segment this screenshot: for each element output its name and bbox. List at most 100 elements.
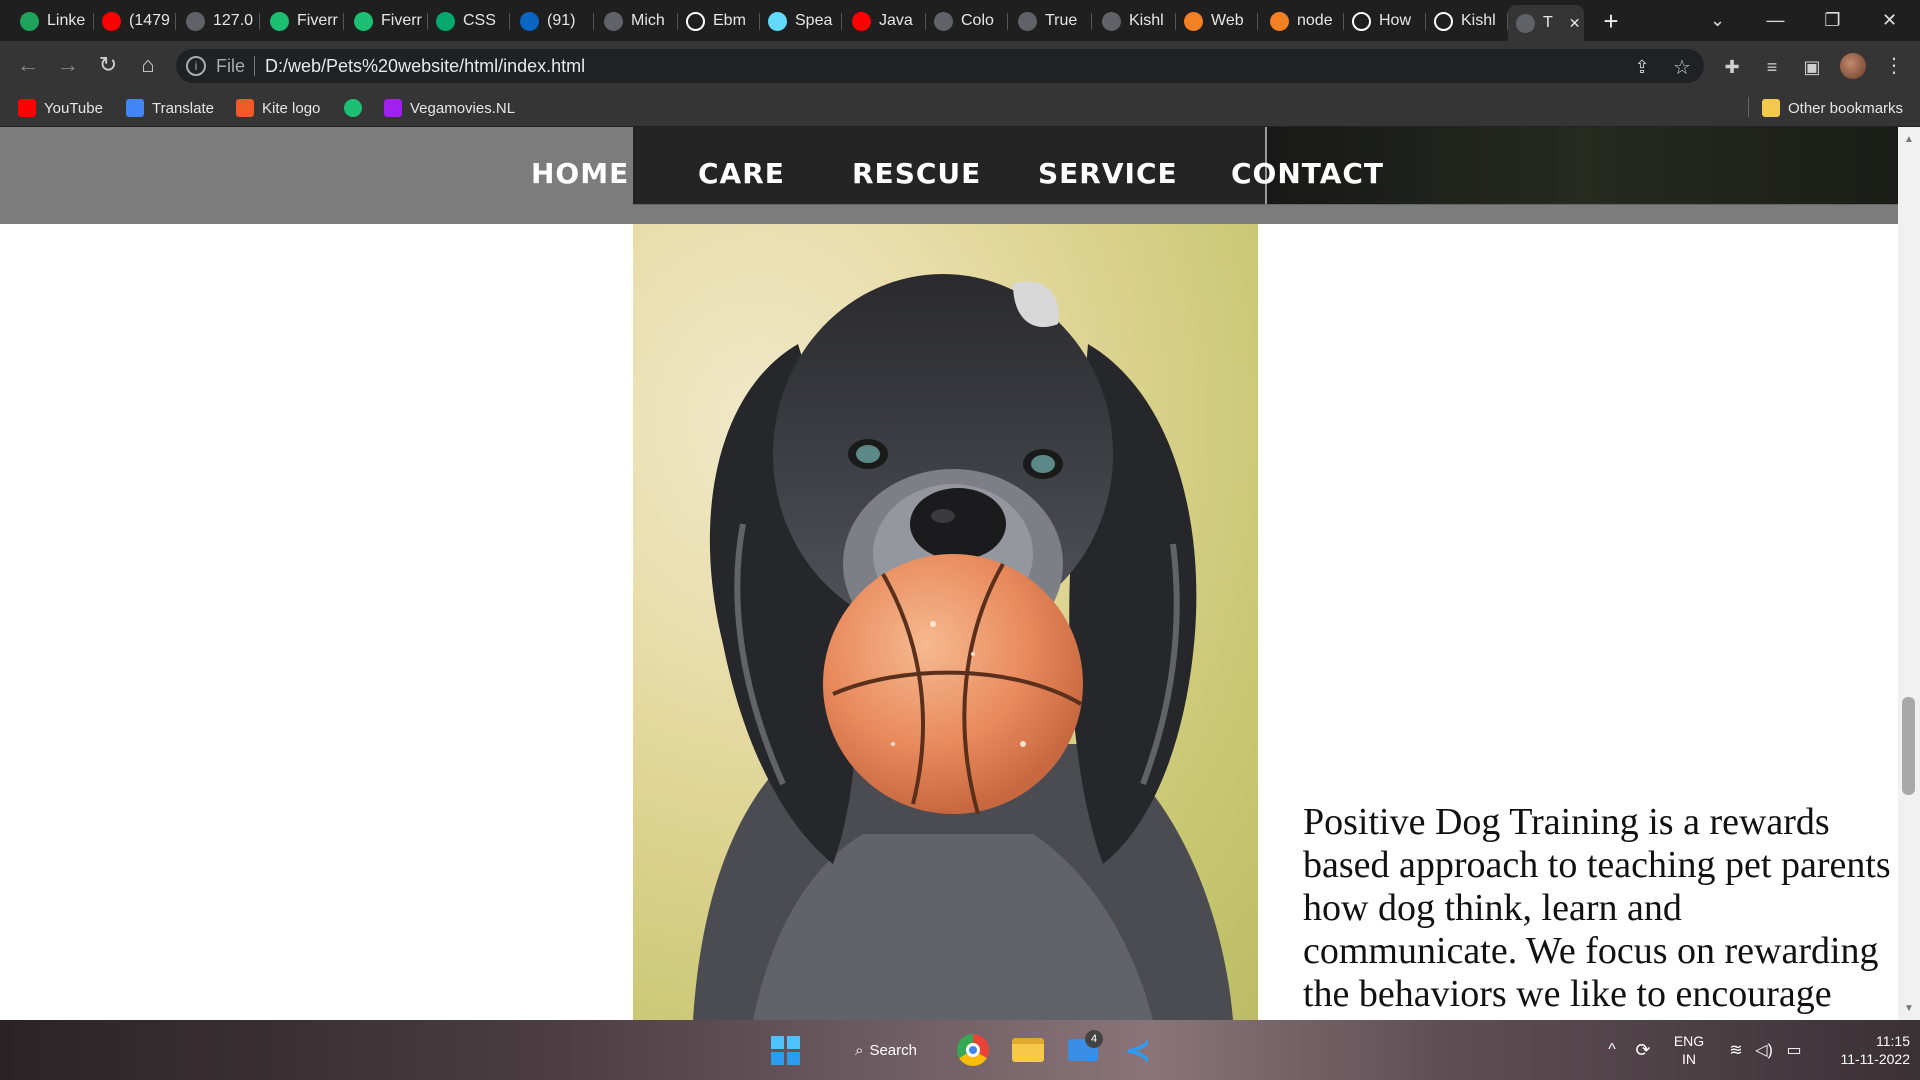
tab-label: Web [1211, 12, 1244, 29]
language-indicator[interactable]: ENG IN [1664, 1030, 1714, 1070]
nav-home[interactable]: HOME [531, 157, 629, 190]
tab-label: Linke [47, 12, 86, 29]
lang-top: ENG [1673, 1033, 1705, 1049]
folder-icon [1762, 99, 1780, 117]
new-tab-button[interactable]: + [1596, 6, 1626, 36]
bookmark-label: Kite logo [262, 99, 321, 117]
home-button[interactable]: ⌂ [132, 49, 164, 81]
tab-label: True [1045, 12, 1078, 29]
side-panel-icon[interactable]: ▣ [1796, 51, 1828, 83]
globe-icon [186, 11, 205, 31]
tab-label: (1479 [129, 12, 170, 29]
other-bookmarks[interactable]: Other bookmarks [1762, 95, 1903, 121]
tab-18[interactable]: T ✕ [1508, 5, 1584, 41]
globe-icon [1018, 11, 1037, 31]
bookmark-1[interactable]: Translate [126, 95, 214, 121]
bookmark-0[interactable]: YouTube [18, 95, 103, 121]
youtube-icon [102, 11, 121, 31]
minimize-button[interactable]: — [1748, 0, 1803, 41]
nav-rescue[interactable]: RESCUE [852, 157, 981, 190]
url-text[interactable]: D:/web/Pets%20website/html/index.html [265, 55, 585, 77]
scheme-label: File [216, 56, 246, 76]
tab-11[interactable]: Colo [926, 6, 1008, 36]
bookmark-4[interactable]: Vegamovies.NL [384, 95, 515, 121]
tab-label: node [1297, 12, 1333, 29]
tab-14[interactable]: Web [1176, 6, 1258, 36]
tab-2[interactable]: 127.0 [178, 6, 260, 36]
close-window-button[interactable]: ✕ [1862, 0, 1917, 41]
bookmarks-divider [1748, 97, 1749, 117]
tray-chevron-icon[interactable]: ^ [1600, 1030, 1624, 1070]
tab-1[interactable]: (1479 [94, 6, 176, 36]
tab-3[interactable]: Fiverr [262, 6, 344, 36]
battery-icon[interactable]: ▭ [1782, 1030, 1806, 1070]
vegamovies-icon [384, 99, 402, 117]
tab-label: 127.0 [213, 12, 254, 29]
dog-illustration [693, 274, 1233, 1020]
bookmark-3[interactable] [344, 95, 370, 121]
back-button[interactable]: ← [12, 49, 44, 81]
bookmark-2[interactable]: Kite logo [236, 95, 320, 121]
tab-search-icon[interactable]: ⌄ [1690, 0, 1745, 41]
taskbar-search[interactable]: ⌕ Search [836, 1030, 936, 1070]
info-icon[interactable]: i [186, 56, 206, 76]
tab-8[interactable]: Ebm [678, 6, 760, 36]
tab-6[interactable]: (91) [512, 6, 594, 36]
vscode-icon[interactable]: ≺ [1118, 1030, 1158, 1070]
kite-icon [236, 99, 254, 117]
sync-icon[interactable]: ⟳ [1630, 1030, 1656, 1070]
bookmark-star-icon[interactable]: ☆ [1666, 51, 1698, 83]
profile-avatar[interactable] [1840, 53, 1866, 79]
volume-icon[interactable]: ◁) [1752, 1030, 1776, 1070]
tab-5[interactable]: CSS [428, 6, 510, 36]
tab-10[interactable]: Java [844, 6, 926, 36]
tab-17[interactable]: Kishl [1426, 6, 1508, 36]
restore-button[interactable]: ❐ [1805, 0, 1860, 41]
clock-time: 11:15 [1876, 1033, 1910, 1049]
wifi-icon[interactable]: ≋ [1724, 1030, 1748, 1070]
scroll-up-arrow[interactable]: ▲ [1898, 131, 1920, 147]
lang-bottom: IN [1682, 1051, 1696, 1067]
fiverr-icon [344, 99, 362, 117]
scroll-down-arrow[interactable]: ▼ [1898, 1000, 1920, 1016]
translate-icon [126, 99, 144, 117]
tab-13[interactable]: Kishl [1094, 6, 1176, 36]
tab-16[interactable]: How [1344, 6, 1426, 36]
nav-service[interactable]: SERVICE [1038, 157, 1178, 190]
forward-button[interactable]: → [52, 49, 84, 81]
training-paragraph: Positive Dog Training is a rewards based… [1303, 801, 1891, 1015]
reload-button[interactable]: ↻ [92, 49, 124, 81]
nav-care[interactable]: CARE [698, 157, 785, 190]
fiverr-icon [270, 11, 289, 31]
tab-label: Kishl [1129, 12, 1164, 29]
tab-7[interactable]: Mich [596, 6, 678, 36]
tab-15[interactable]: node [1262, 6, 1344, 36]
media-control-icon[interactable]: ≡ [1756, 51, 1788, 83]
fiverr-icon [354, 11, 373, 31]
scrollbar-thumb[interactable] [1902, 697, 1915, 795]
nav-contact[interactable]: CONTACT [1231, 157, 1384, 190]
globe-icon [934, 11, 953, 31]
tab-12[interactable]: True [1010, 6, 1092, 36]
tab-label: T [1543, 14, 1553, 31]
close-tab-icon[interactable]: ✕ [1569, 15, 1581, 32]
tab-9[interactable]: Spea [760, 6, 842, 36]
mail-app-icon[interactable]: 4 [1063, 1030, 1103, 1070]
youtube-icon [852, 11, 871, 31]
tab-0[interactable]: Linke [12, 6, 94, 36]
mail-badge: 4 [1085, 1030, 1103, 1048]
start-button[interactable] [765, 1030, 805, 1070]
share-icon[interactable]: ⇪ [1626, 51, 1658, 83]
tab-label: Kishl [1461, 12, 1496, 29]
file-explorer-icon[interactable] [1008, 1030, 1048, 1070]
globe-icon [604, 11, 623, 31]
tab-label: How [1379, 12, 1412, 29]
menu-icon[interactable]: ⋮ [1878, 49, 1910, 81]
chrome-app-icon[interactable] [953, 1030, 993, 1070]
dog-photo [633, 224, 1258, 1020]
page-scrollbar[interactable] [1898, 127, 1920, 1020]
tab-4[interactable]: Fiverr [346, 6, 428, 36]
extensions-icon[interactable]: ✚ [1716, 51, 1748, 83]
address-divider [254, 56, 255, 76]
clock[interactable]: 11:15 11-11-2022 [1820, 1030, 1910, 1070]
